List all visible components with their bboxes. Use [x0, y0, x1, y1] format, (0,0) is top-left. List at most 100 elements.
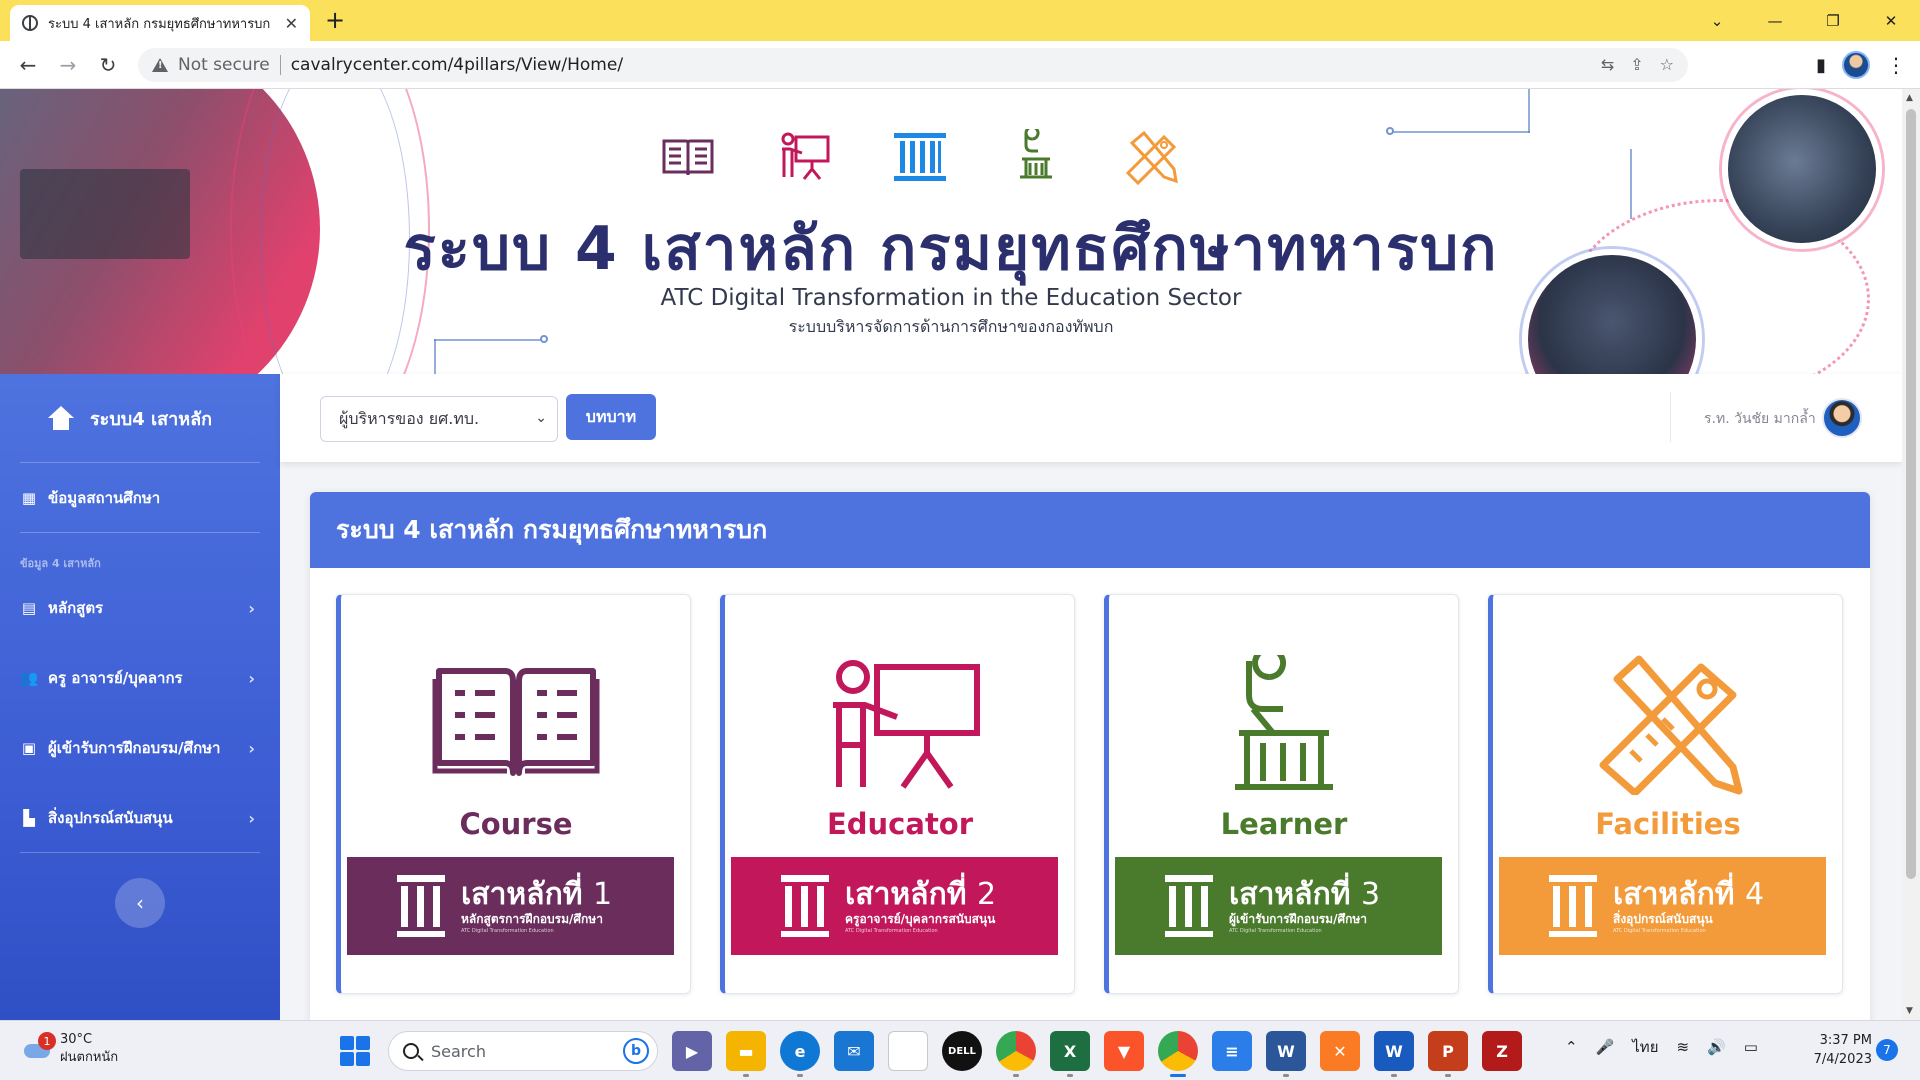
- wifi-icon[interactable]: ≋: [1677, 1038, 1690, 1056]
- teacher-icon: [833, 660, 980, 789]
- chevron-up-icon[interactable]: ⌃: [1565, 1038, 1578, 1056]
- learner-icon: [1235, 655, 1333, 790]
- pillar-icon: [781, 875, 829, 937]
- role-select-value: ผู้บริหารของ ยศ.ทบ.: [339, 408, 480, 428]
- facilities-icon: [1599, 655, 1743, 795]
- scroll-up-arrow-icon[interactable]: ▲: [1906, 93, 1913, 103]
- banner-decor-line: [434, 339, 436, 374]
- sidebar-item-label: ครู อาจารย์/บุคลากร: [48, 669, 183, 687]
- bing-icon[interactable]: b: [623, 1038, 649, 1064]
- word-icon[interactable]: W: [1374, 1031, 1414, 1077]
- sidebar-item-course[interactable]: ▤ หลักสูตร ›: [20, 588, 265, 628]
- xampp-icon[interactable]: ✕: [1320, 1031, 1360, 1071]
- chevron-right-icon: ›: [248, 668, 255, 688]
- filezilla-icon[interactable]: Z: [1482, 1031, 1522, 1071]
- browser-tab[interactable]: ระบบ 4 เสาหลัก กรมยุทธศึกษาทหารบก ✕: [10, 5, 310, 41]
- omnibox-actions: ⇆ ⇪ ☆: [1601, 55, 1674, 74]
- volume-icon[interactable]: 🔊: [1707, 1038, 1726, 1056]
- browser-toolbar: ← → ↻ Not secure cavalrycenter.com/4pill…: [0, 41, 1920, 89]
- profile-avatar[interactable]: [1842, 51, 1870, 79]
- banner-subtitle-th: ระบบบริหารจัดการด้านการศึกษาของกองทัพบก: [788, 317, 1114, 336]
- pillar-card-course[interactable]: Course เสาหลักที่ 1 หลักสูตรการฝึกอบรม/ศ…: [336, 594, 691, 994]
- weather-widget[interactable]: 1 30°C ฝนตกหนัก: [22, 1031, 118, 1067]
- banner-subtitle-en: ATC Digital Transformation in the Educat…: [660, 285, 1242, 311]
- taskbar-clock[interactable]: 3:37 PM 7/4/2023: [1790, 1031, 1872, 1069]
- notepad-blank-icon[interactable]: [888, 1031, 928, 1071]
- warning-icon[interactable]: [152, 58, 168, 72]
- bookmark-star-icon[interactable]: ☆: [1660, 55, 1674, 74]
- chrome-icon[interactable]: [996, 1031, 1036, 1077]
- taskbar-search[interactable]: Search b: [388, 1031, 658, 1071]
- system-tray: ⌃ 🎤 ไทย ≋ 🔊 ▭: [1565, 1035, 1758, 1059]
- chevron-right-icon: ›: [248, 598, 255, 618]
- pillar-badge: เสาหลักที่ 1 หลักสูตรการฝึกอบรม/ศึกษา AT…: [347, 857, 674, 955]
- scroll-down-arrow-icon[interactable]: ▼: [1906, 1006, 1913, 1016]
- language-indicator[interactable]: ไทย: [1632, 1035, 1658, 1059]
- sidebar-item-label: หลักสูตร: [48, 599, 104, 617]
- tab-search-icon[interactable]: ⌄: [1688, 0, 1746, 41]
- url-text[interactable]: cavalrycenter.com/4pillars/View/Home/: [291, 55, 623, 75]
- sidebar-toggle-button[interactable]: ‹: [115, 878, 165, 928]
- menu-kebab-icon[interactable]: ⋮: [1886, 53, 1906, 77]
- reload-button[interactable]: ↻: [94, 51, 122, 79]
- notes-icon[interactable]: ≡: [1212, 1031, 1252, 1071]
- translate-icon[interactable]: ⇆: [1601, 55, 1614, 74]
- start-button[interactable]: [340, 1036, 370, 1066]
- pillar-card-learner[interactable]: Learner เสาหลักที่ 3 ผู้เข้ารับการฝึกอบร…: [1104, 594, 1459, 994]
- pillar-card-facilities[interactable]: Facilities เสาหลักที่ 4 สิ่งอุปกรณ์สนับส…: [1488, 594, 1843, 994]
- minimize-button[interactable]: —: [1746, 0, 1804, 41]
- clock-time: 3:37 PM: [1819, 1033, 1872, 1048]
- page-scrollbar[interactable]: ▲ ▼: [1902, 89, 1920, 1020]
- powerpoint-icon[interactable]: P: [1428, 1031, 1468, 1077]
- forward-button[interactable]: →: [54, 51, 82, 79]
- brave-icon[interactable]: ▼: [1104, 1031, 1144, 1071]
- teams-icon[interactable]: ▶: [672, 1031, 712, 1071]
- role-select[interactable]: ผู้บริหารของ ยศ.ทบ. ⌄: [320, 396, 558, 442]
- user-name[interactable]: ร.ท. วันชัย มากล้ำ: [1704, 408, 1816, 430]
- security-label[interactable]: Not secure: [178, 55, 270, 75]
- address-bar[interactable]: Not secure cavalrycenter.com/4pillars/Vi…: [138, 48, 1688, 82]
- pillar-name: Course: [459, 807, 573, 841]
- browser-tab-bar: ระบบ 4 เสาหลัก กรมยุทธศึกษาทหารบก ✕ + ⌄ …: [0, 0, 1920, 41]
- word-icon[interactable]: W: [1266, 1031, 1306, 1077]
- sidebar-item-educator[interactable]: 👥 ครู อาจารย์/บุคลากร ›: [20, 658, 265, 698]
- banner-title: ระบบ 4 เสาหลัก กรมยุทธศึกษาทหารบก: [403, 214, 1499, 284]
- user-avatar[interactable]: [1822, 398, 1862, 438]
- chrome-profile-icon[interactable]: [1158, 1031, 1198, 1077]
- excel-icon[interactable]: X: [1050, 1031, 1090, 1077]
- close-tab-icon[interactable]: ✕: [285, 14, 298, 33]
- pillar-badge: เสาหลักที่ 2 ครูอาจารย์/บุคลากรสนับสนุน …: [731, 857, 1058, 955]
- pillar-number: 3: [1360, 876, 1381, 912]
- sidebar-item-school-info[interactable]: ▦ ข้อมูลสถานศึกษา: [20, 478, 265, 518]
- battery-icon[interactable]: ▭: [1744, 1038, 1758, 1056]
- sidebar-item-learner[interactable]: ▣ ผู้เข้ารับการฝึกอบรม/ศึกษา ›: [20, 728, 265, 768]
- sidebar-brand[interactable]: ระบบ4 เสาหลัก: [0, 374, 280, 462]
- role-button[interactable]: บทบาท: [566, 394, 656, 440]
- sidebar-item-facilities[interactable]: ▙ สิ่งอุปกรณ์สนับสนุน ›: [20, 798, 265, 838]
- dell-icon[interactable]: DELL: [942, 1031, 982, 1071]
- microphone-icon[interactable]: 🎤: [1596, 1038, 1615, 1056]
- pillar-badge-subtitle: สิ่งอุปกรณ์สนับสนุน: [1613, 911, 1713, 926]
- new-tab-button[interactable]: +: [325, 6, 345, 34]
- mail-icon[interactable]: ✉: [834, 1031, 874, 1071]
- scrollbar-thumb[interactable]: [1906, 109, 1916, 879]
- restore-button[interactable]: ❐: [1804, 0, 1862, 41]
- topbar-divider: [1670, 392, 1671, 442]
- notification-badge[interactable]: 7: [1876, 1039, 1898, 1061]
- edge-icon[interactable]: e: [780, 1031, 820, 1077]
- building-icon: ▙: [23, 809, 35, 827]
- pillar-badge-title: เสาหลักที่: [461, 876, 583, 912]
- file-explorer-icon[interactable]: ▬: [726, 1031, 766, 1077]
- facilities-icon: [1125, 130, 1178, 185]
- clock-date: 7/4/2023: [1813, 1052, 1872, 1067]
- banner-decor-line: [1390, 131, 1530, 133]
- pillar-icon: [1165, 875, 1213, 937]
- taskbar-apps: ▶ ▬ e ✉ DELL X ▼ ≡ W ✕ W P Z: [672, 1031, 1522, 1077]
- close-window-button[interactable]: ✕: [1862, 0, 1920, 41]
- side-panel-icon[interactable]: ▮: [1816, 55, 1826, 76]
- pillar-card-educator[interactable]: Educator เสาหลักที่ 2 ครูอาจารย์/บุคลากร…: [720, 594, 1075, 994]
- back-button[interactable]: ←: [14, 51, 42, 79]
- pillar-name: Educator: [826, 807, 974, 841]
- share-icon[interactable]: ⇪: [1630, 55, 1643, 74]
- banner-decor-node: [1386, 127, 1394, 135]
